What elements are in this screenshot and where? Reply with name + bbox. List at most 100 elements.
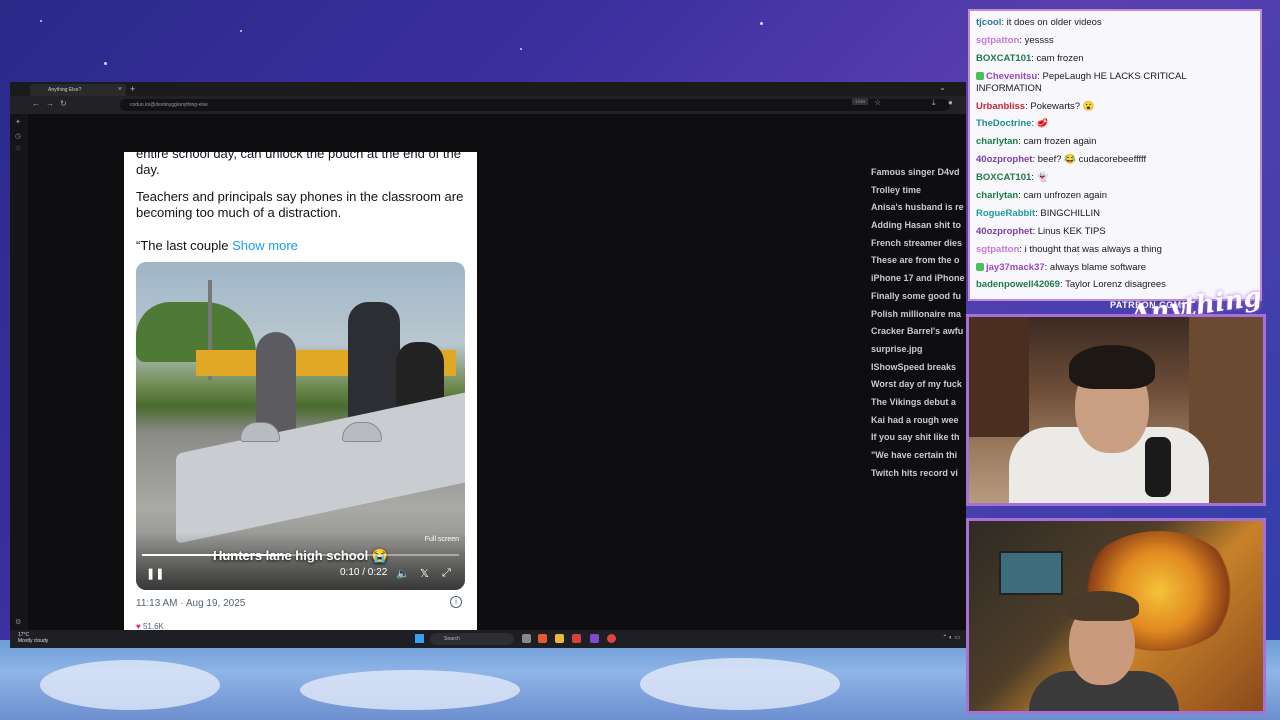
queue-item[interactable]: Finally some good fu	[871, 288, 966, 306]
chat-text: Pokewarts? 😮	[1030, 100, 1095, 112]
queue-item[interactable]: IShowSpeed breaks	[871, 359, 966, 377]
system-tray[interactable]: ⌃ ◐ ▭	[942, 634, 960, 641]
background-tv	[999, 551, 1063, 595]
volume-icon[interactable]: 🔈	[396, 567, 410, 580]
chat-username[interactable]: charlytan	[976, 190, 1018, 201]
fullscreen-icon[interactable]: ⤢	[442, 567, 451, 580]
info-icon[interactable]: i	[450, 596, 462, 608]
chat-text: BINGCHILLIN	[1040, 207, 1101, 219]
tweet-card: entire school day, can unlock the pouch …	[124, 152, 477, 630]
chat-username[interactable]: 40ozprophet	[976, 154, 1032, 165]
tab-anything-else[interactable]: Anything Else? ×	[30, 84, 126, 96]
queue-item[interactable]: The Vikings debut a	[871, 394, 966, 412]
stream-chat: tjcool: it does on older videos sgtpatton…	[968, 9, 1262, 301]
queue-item[interactable]: Cracker Barrel's awfu	[871, 323, 966, 341]
sidebar-bookmarks-icon[interactable]: ☆	[15, 144, 21, 152]
chat-message: charlytan: cam unfrozen again	[976, 190, 1254, 202]
obs-icon[interactable]	[607, 634, 616, 643]
chat-text: cam frozen	[1036, 52, 1084, 64]
video-pouch-unlocker	[342, 422, 382, 442]
tab-bar: Anything Else? × + ⌄	[10, 82, 966, 96]
video-player[interactable]: Full screen Hunters lane high school 😭 ❚…	[136, 262, 465, 590]
chat-message: sgtpatton: yessss	[976, 35, 1254, 47]
windows-taskbar: 17°C Mostly cloudy Search ⌃ ◐ ▭	[10, 630, 966, 648]
address-bar-row: ← → ↻ coduo.io/@destinygg/anything-else …	[10, 96, 966, 114]
app-icon[interactable]	[572, 634, 581, 643]
chat-username[interactable]: BOXCAT101	[976, 53, 1031, 64]
guest-hair	[1065, 591, 1139, 621]
queue-item[interactable]: If you say shit like th	[871, 429, 966, 447]
video-progress-fill	[142, 554, 285, 556]
chat-username[interactable]: Urbanbliss	[976, 101, 1025, 112]
queue-item[interactable]: Kai had a rough wee	[871, 412, 966, 430]
browser-window: Anything Else? × + ⌄ ← → ↻ coduo.io/@des…	[10, 82, 966, 648]
queue-item[interactable]: Anisa's husband is re	[871, 199, 966, 217]
video-overlay-caption: Hunters lane high school 😭	[212, 548, 389, 563]
chat-text: beef? 😂 cudacorebeefffff	[1037, 154, 1147, 166]
browser-app-icon[interactable]	[538, 634, 547, 643]
sidebar-ai-icon[interactable]: ✦	[15, 118, 21, 126]
tab-close-icon[interactable]: ×	[118, 84, 122, 96]
back-arrow-icon[interactable]: ←	[32, 99, 40, 108]
queue-item[interactable]: surprise.jpg	[871, 341, 966, 359]
weather-widget[interactable]: 17°C Mostly cloudy	[18, 632, 48, 644]
discord-icon[interactable]	[590, 634, 599, 643]
chat-username[interactable]: tjcool	[976, 17, 1001, 28]
tweet-timestamp[interactable]: 11:13 AM · Aug 19, 2025	[136, 598, 245, 609]
chat-message: RogueRabbit: BINGCHILLIN	[976, 208, 1254, 220]
x-logo-icon[interactable]: 𝕏	[420, 567, 429, 580]
queue-item[interactable]: Trolley time	[871, 182, 966, 200]
chat-text: cam unfrozen again	[1023, 190, 1107, 202]
chat-username[interactable]: 40ozprophet	[976, 226, 1032, 237]
address-bar[interactable]: coduo.io/@destinygg/anything-else	[120, 99, 950, 111]
tweet-text-body: Teachers and principals say phones in th…	[136, 189, 464, 220]
chat-username[interactable]: RogueRabbit	[976, 208, 1035, 219]
chat-username[interactable]: TheDoctrine	[976, 118, 1031, 129]
chat-text: cam frozen again	[1023, 136, 1097, 148]
weather-desc: Mostly cloudy	[18, 638, 49, 644]
queue-item[interactable]: "We have certain thi	[871, 447, 966, 465]
zoom-level[interactable]: 170%	[852, 98, 869, 105]
browser-sidebar: ✦ ◷ ☆ ⚙	[10, 114, 28, 648]
new-tab-button[interactable]: +	[130, 84, 135, 94]
sidebar-settings-icon[interactable]: ⚙	[15, 618, 21, 626]
bookmark-star-icon[interactable]: ☆	[874, 98, 881, 107]
video-progress-bar[interactable]	[142, 554, 459, 556]
sidebar-history-icon[interactable]: ◷	[15, 132, 21, 140]
queue-item[interactable]: These are from the o	[871, 252, 966, 270]
profile-icon[interactable]: ●	[948, 98, 953, 107]
queue-item[interactable]: iPhone 17 and iPhone	[871, 270, 966, 288]
chat-username[interactable]: Chevenitsu	[986, 71, 1037, 82]
chat-username[interactable]: sgtpatton	[976, 35, 1019, 46]
chat-text: always blame software	[1049, 261, 1147, 273]
wall-poster	[969, 317, 1029, 437]
forward-arrow-icon[interactable]: →	[46, 99, 54, 108]
chat-username[interactable]: BOXCAT101	[976, 172, 1031, 183]
webcam-guest	[966, 518, 1266, 714]
chat-text: 👻	[1036, 172, 1049, 184]
queue-item[interactable]: Twitch hits record vi	[871, 465, 966, 483]
chat-message: BOXCAT101: cam frozen	[976, 53, 1254, 65]
video-table	[176, 390, 465, 544]
show-more-link[interactable]: Show more	[232, 238, 298, 253]
queue-item[interactable]: Polish millionaire ma	[871, 306, 966, 324]
tab-list-chevron-icon[interactable]: ⌄	[939, 83, 946, 92]
queue-item[interactable]: Famous singer D4vd	[871, 164, 966, 182]
taskbar-search[interactable]: Search	[430, 633, 514, 645]
chat-username[interactable]: jay37mack37	[986, 262, 1045, 273]
download-icon[interactable]: ⤓	[932, 98, 936, 108]
like-icon[interactable]: ♥	[136, 622, 141, 630]
chat-username[interactable]: badenpowell42069	[976, 279, 1060, 290]
taskview-icon[interactable]	[522, 634, 531, 643]
queue-item[interactable]: French streamer dies	[871, 235, 966, 253]
chat-username[interactable]: charlytan	[976, 136, 1018, 147]
chat-message: Chevenitsu: PepeLaugh HE LACKS CRITICAL …	[976, 71, 1254, 95]
pause-icon[interactable]: ❚❚	[146, 567, 164, 580]
queue-item[interactable]: Adding Hasan shit to	[871, 217, 966, 235]
queue-item[interactable]: Worst day of my fuck	[871, 376, 966, 394]
video-pouch-unlocker	[240, 422, 280, 442]
reload-icon[interactable]: ↻	[60, 99, 67, 108]
windows-start-icon[interactable]	[415, 634, 424, 643]
chat-username[interactable]: sgtpatton	[976, 244, 1019, 255]
file-explorer-icon[interactable]	[555, 634, 564, 643]
